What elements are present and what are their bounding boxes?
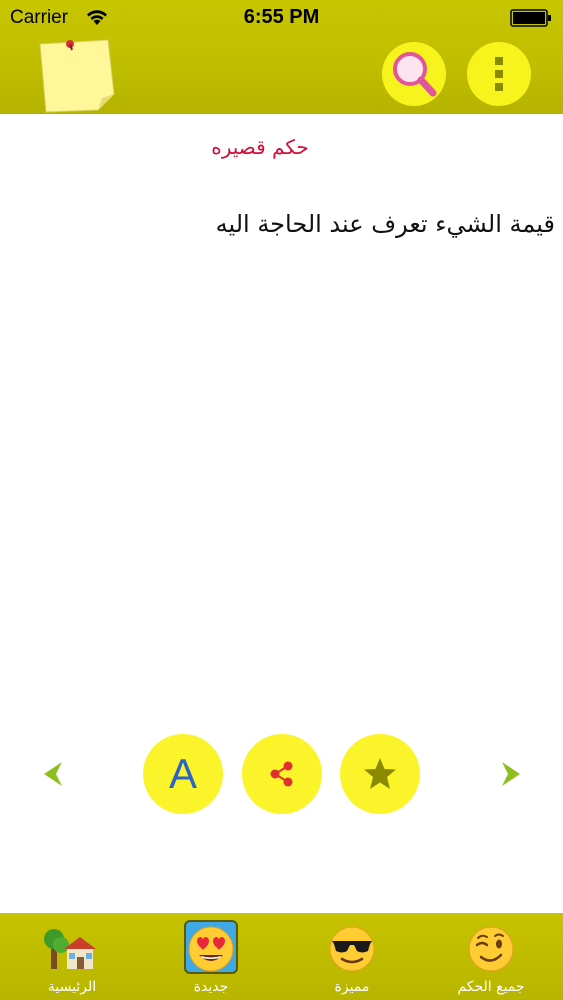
tab-featured[interactable]: مميزة <box>292 913 412 1000</box>
category-title: حكم قصيره <box>211 135 309 159</box>
tab-label-featured: مميزة <box>334 979 370 995</box>
magnifier-icon <box>393 52 437 97</box>
menu-button[interactable] <box>467 42 531 106</box>
share-button[interactable] <box>242 734 322 814</box>
vertical-dots-icon <box>495 57 503 91</box>
share-icon <box>270 761 293 787</box>
search-button[interactable] <box>382 42 446 106</box>
battery-icon <box>510 9 551 27</box>
favorite-button[interactable] <box>340 734 420 814</box>
status-bar: Carrier 6:55 PM <box>0 0 563 36</box>
sticky-note-icon <box>39 39 115 113</box>
font-letter: A <box>168 750 197 797</box>
tab-bar: الرئيسية جديدة مميزة جميع الحكم <box>0 913 563 1000</box>
tab-all-sayings[interactable]: جميع الحكم <box>431 913 551 1000</box>
tab-label-new: جديدة <box>193 979 229 995</box>
house-tree-icon <box>44 929 96 969</box>
wink-emoji-icon <box>468 926 514 972</box>
header-bar: Carrier 6:55 PM <box>0 0 563 114</box>
sunglasses-emoji-icon <box>329 926 375 972</box>
saying-text: قيمة الشيء تعرف عند الحاجة اليه <box>215 210 555 238</box>
next-arrow-icon[interactable] <box>498 759 524 789</box>
tab-home[interactable]: الرئيسية <box>12 913 132 1000</box>
tab-label-all: جميع الحكم <box>457 979 525 995</box>
heart-eyes-emoji-icon <box>188 926 234 972</box>
star-icon <box>364 758 396 789</box>
status-time: 6:55 PM <box>243 6 320 28</box>
tab-new[interactable]: جديدة <box>151 913 271 1000</box>
tab-label-home: الرئيسية <box>47 979 97 995</box>
font-size-button[interactable]: A <box>143 734 223 814</box>
previous-arrow-icon[interactable] <box>40 759 66 789</box>
